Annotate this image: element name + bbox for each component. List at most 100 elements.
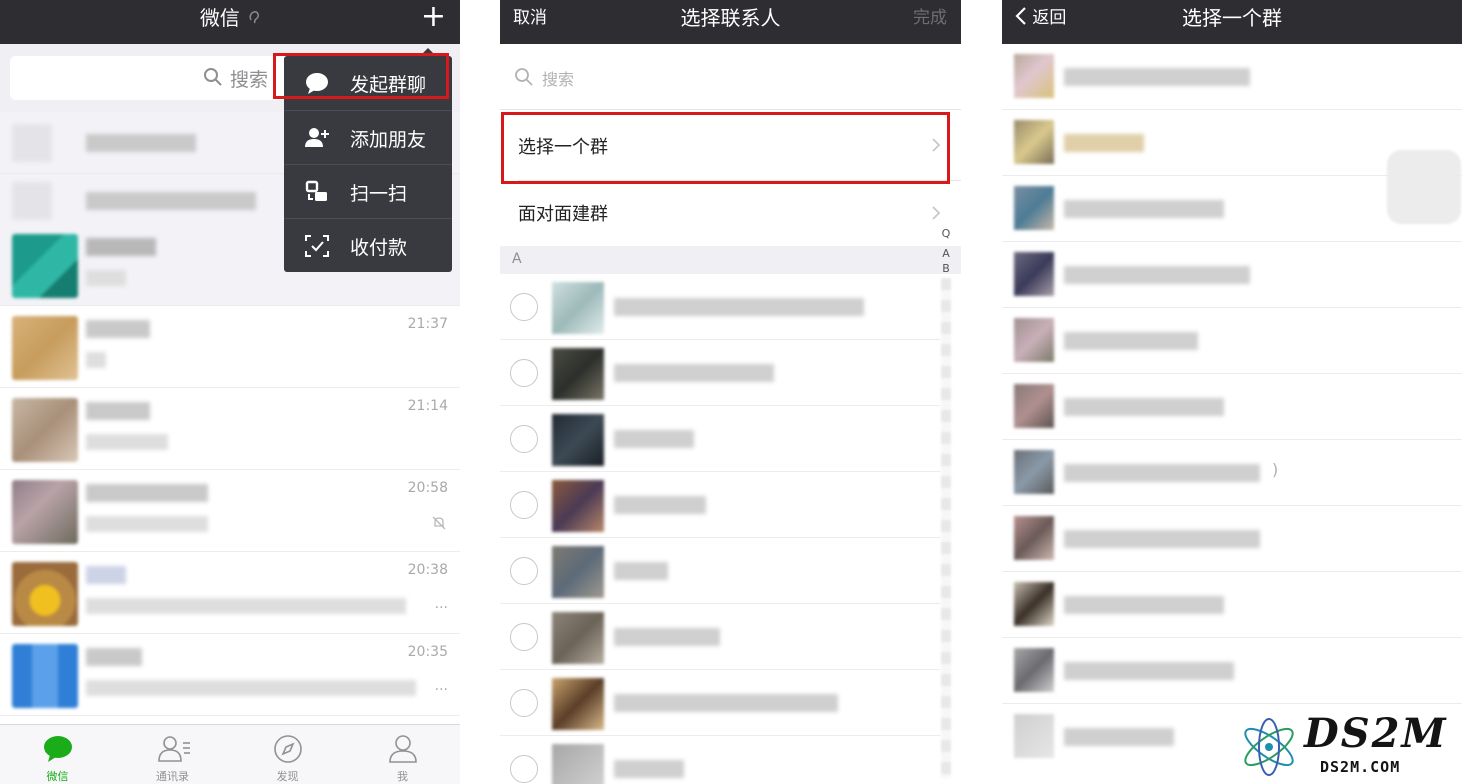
- title-text: 微信: [199, 6, 240, 30]
- index-letter[interactable]: A: [939, 244, 953, 264]
- tab-label: 通讯录: [156, 770, 189, 783]
- avatar: [12, 562, 78, 626]
- chat-name: [86, 402, 150, 420]
- avatar: [552, 744, 604, 784]
- plus-button[interactable]: +: [421, 0, 446, 34]
- select-radio[interactable]: [510, 293, 538, 321]
- chat-name: [86, 238, 156, 256]
- chat-name: [86, 192, 256, 210]
- group-name: [1064, 596, 1224, 614]
- search-placeholder: 搜索: [230, 69, 269, 91]
- contact-row[interactable]: [500, 538, 940, 604]
- payment-icon: [305, 235, 329, 257]
- page-title: 选择一个群: [1182, 6, 1282, 30]
- ellipsis: ...: [434, 678, 448, 694]
- contact-row[interactable]: [500, 274, 940, 340]
- chat-row[interactable]: 21:37: [0, 306, 460, 388]
- select-radio[interactable]: [510, 491, 538, 519]
- avatar: [12, 124, 52, 162]
- avatar: [1014, 54, 1054, 98]
- group-row[interactable]: [1002, 572, 1462, 638]
- select-radio[interactable]: [510, 359, 538, 387]
- contact-row[interactable]: [500, 340, 940, 406]
- chat-row[interactable]: 21:14: [0, 388, 460, 470]
- chat-time: 20:35: [407, 644, 448, 660]
- add-friend-icon: [305, 128, 329, 147]
- page-title: 选择联系人: [680, 6, 781, 30]
- group-row[interactable]: [1002, 374, 1462, 440]
- avatar: [1014, 252, 1054, 296]
- menu-item-scan[interactable]: 扫一扫: [284, 164, 452, 218]
- search-placeholder: 搜索: [542, 70, 575, 89]
- group-row[interactable]: [1002, 44, 1462, 110]
- page-title: 微信: [0, 0, 460, 44]
- discover-icon: [274, 735, 302, 763]
- chat-time: 21:37: [407, 316, 448, 332]
- group-name: [1064, 398, 1224, 416]
- tab-contacts[interactable]: 通讯录: [115, 725, 230, 784]
- chat-name: [86, 134, 196, 152]
- contact-name: [614, 496, 706, 514]
- avatar: [12, 644, 78, 708]
- alphabet-index[interactable]: Q A B: [939, 224, 953, 784]
- me-icon: [389, 735, 417, 763]
- floating-assistive-button[interactable]: [1387, 150, 1461, 224]
- chat-name: [86, 566, 126, 584]
- group-row[interactable]: [1002, 308, 1462, 374]
- face-to-face-group-row[interactable]: 面对面建群: [500, 181, 961, 245]
- section-header: A: [500, 246, 961, 274]
- select-radio[interactable]: [510, 557, 538, 585]
- chat-row[interactable]: 20:38 ...: [0, 552, 460, 634]
- row-label: 面对面建群: [518, 204, 608, 225]
- chat-preview: [86, 434, 168, 450]
- group-name: [1064, 332, 1198, 350]
- avatar: [1014, 318, 1054, 362]
- tab-me[interactable]: 我: [345, 725, 460, 784]
- group-row[interactable]: [1002, 242, 1462, 308]
- avatar: [552, 480, 604, 532]
- menu-label: 扫一扫: [350, 183, 408, 205]
- group-row[interactable]: [1002, 638, 1462, 704]
- select-group-screen: 返回 选择一个群 ): [1002, 0, 1462, 784]
- menu-label: 添加朋友: [350, 129, 427, 151]
- menu-item-payment[interactable]: 收付款: [284, 218, 452, 272]
- avatar: [552, 348, 604, 400]
- tab-chats[interactable]: 微信: [0, 725, 115, 784]
- avatar: [12, 480, 78, 544]
- index-letters-blurred: [941, 278, 951, 778]
- group-row[interactable]: [1002, 506, 1462, 572]
- contact-row[interactable]: [500, 406, 940, 472]
- tab-discover[interactable]: 发现: [230, 725, 345, 784]
- done-button[interactable]: 完成: [913, 0, 947, 36]
- group-name: [1064, 200, 1224, 218]
- avatar: [12, 398, 78, 462]
- contact-row[interactable]: [500, 472, 940, 538]
- contact-row[interactable]: [500, 604, 940, 670]
- chat-row[interactable]: 20:58: [0, 470, 460, 552]
- avatar: [1014, 120, 1054, 164]
- navbar: 微信 +: [0, 0, 460, 44]
- contact-name: [614, 364, 774, 382]
- contact-name: [614, 694, 838, 712]
- index-letter[interactable]: Q: [939, 224, 953, 244]
- chat-preview: [86, 352, 106, 368]
- avatar: [552, 414, 604, 466]
- select-radio[interactable]: [510, 689, 538, 717]
- search-icon: [204, 68, 222, 86]
- group-name: [1064, 68, 1250, 86]
- index-letter[interactable]: B: [939, 264, 953, 274]
- tab-label: 我: [397, 770, 408, 783]
- chat-row[interactable]: 20:35 ...: [0, 634, 460, 716]
- chat-time: 20:58: [407, 480, 448, 496]
- group-row[interactable]: ): [1002, 440, 1462, 506]
- menu-item-add-friend[interactable]: 添加朋友: [284, 110, 452, 164]
- search-input[interactable]: 搜索: [500, 44, 961, 110]
- chat-name: [86, 648, 142, 666]
- contact-row[interactable]: [500, 736, 940, 784]
- group-name: [1064, 134, 1144, 152]
- select-radio[interactable]: [510, 425, 538, 453]
- contact-row[interactable]: [500, 670, 940, 736]
- group-name-fragment: ): [1272, 460, 1279, 479]
- select-radio[interactable]: [510, 755, 538, 783]
- select-radio[interactable]: [510, 623, 538, 651]
